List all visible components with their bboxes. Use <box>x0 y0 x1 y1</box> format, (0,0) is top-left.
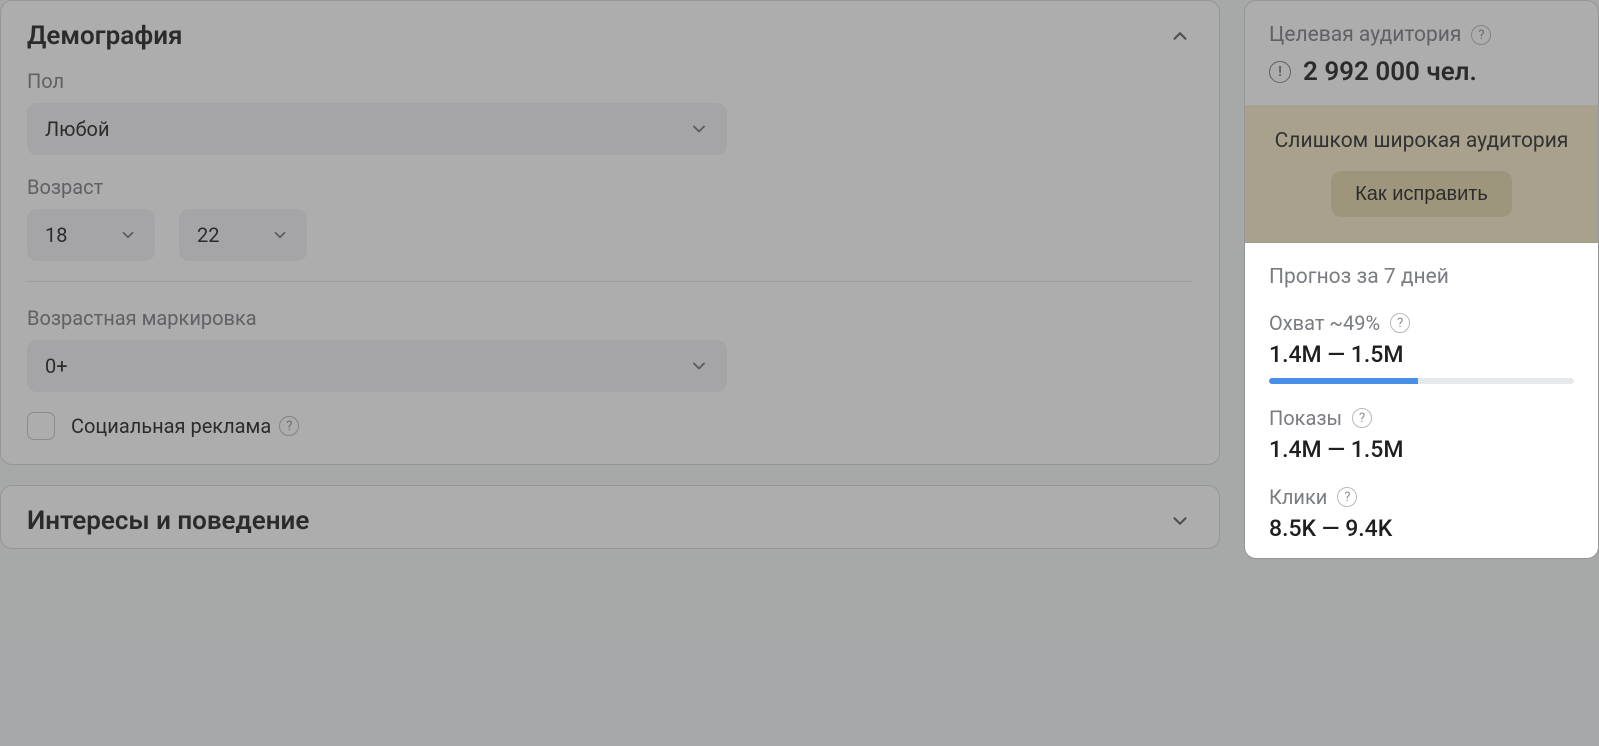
help-icon[interactable] <box>1337 487 1357 507</box>
demographics-card: Демография Пол Любой Возраст 1 <box>0 0 1220 465</box>
gender-value: Любой <box>45 117 110 141</box>
chevron-up-icon[interactable] <box>1167 23 1193 49</box>
warning-icon <box>1269 61 1291 83</box>
chevron-down-icon <box>271 226 289 244</box>
demographics-title: Демография <box>27 21 183 51</box>
audience-warning-panel: Слишком широкая аудитория Как исправить <box>1245 105 1598 243</box>
impressions-metric: Показы 1.4M — 1.5M <box>1269 406 1574 463</box>
impressions-value: 1.4M — 1.5M <box>1269 436 1574 463</box>
divider <box>27 281 1193 282</box>
audience-summary: Целевая аудитория 2 992 000 чел. <box>1245 1 1598 87</box>
reach-label: Охват ~49% <box>1269 311 1380 335</box>
age-to-value: 22 <box>197 223 219 247</box>
clicks-metric: Клики 8.5K — 9.4K <box>1269 485 1574 542</box>
gender-label: Пол <box>27 69 1193 93</box>
reach-progress <box>1269 378 1574 384</box>
help-icon[interactable] <box>279 416 299 436</box>
social-ad-label-wrap: Социальная реклама <box>71 414 299 438</box>
gender-field: Пол Любой <box>27 69 1193 155</box>
audience-side-card: Целевая аудитория 2 992 000 чел. Слишком… <box>1244 0 1599 559</box>
forecast-panel: Прогноз за 7 дней Охват ~49% 1.4M — 1.5M… <box>1245 243 1598 558</box>
age-label: Возраст <box>27 175 1193 199</box>
demographics-header[interactable]: Демография <box>27 21 1193 51</box>
chevron-down-icon <box>689 356 709 376</box>
help-icon[interactable] <box>1352 408 1372 428</box>
interests-title: Интересы и поведение <box>27 506 309 536</box>
reach-value: 1.4M — 1.5M <box>1269 341 1574 368</box>
social-ad-row: Социальная реклама <box>27 412 1193 440</box>
reach-progress-fill <box>1269 378 1418 384</box>
reach-metric: Охват ~49% 1.4M — 1.5M <box>1269 311 1574 384</box>
social-ad-label: Социальная реклама <box>71 414 271 438</box>
age-marking-select[interactable]: 0+ <box>27 340 727 392</box>
age-marking-label: Возрастная маркировка <box>27 306 1193 330</box>
age-from-select[interactable]: 18 <box>27 209 155 261</box>
forecast-title: Прогноз за 7 дней <box>1269 265 1574 289</box>
how-to-fix-button[interactable]: Как исправить <box>1331 171 1512 217</box>
audience-warning-text: Слишком широкая аудитория <box>1263 127 1580 155</box>
chevron-down-icon <box>689 119 709 139</box>
help-icon[interactable] <box>1390 313 1410 333</box>
clicks-label: Клики <box>1269 485 1327 509</box>
age-to-select[interactable]: 22 <box>179 209 307 261</box>
chevron-down-icon <box>119 226 137 244</box>
audience-label: Целевая аудитория <box>1269 23 1461 47</box>
interests-header[interactable]: Интересы и поведение <box>27 506 1193 536</box>
impressions-label: Показы <box>1269 406 1342 430</box>
interests-card: Интересы и поведение <box>0 485 1220 549</box>
audience-count: 2 992 000 чел. <box>1303 57 1477 87</box>
age-marking-field: Возрастная маркировка 0+ <box>27 306 1193 392</box>
chevron-down-icon[interactable] <box>1167 508 1193 534</box>
social-ad-checkbox[interactable] <box>27 412 55 440</box>
help-icon[interactable] <box>1471 25 1491 45</box>
age-marking-value: 0+ <box>45 354 68 378</box>
clicks-value: 8.5K — 9.4K <box>1269 515 1574 542</box>
age-field: Возраст 18 22 <box>27 175 1193 261</box>
gender-select[interactable]: Любой <box>27 103 727 155</box>
age-from-value: 18 <box>45 223 67 247</box>
